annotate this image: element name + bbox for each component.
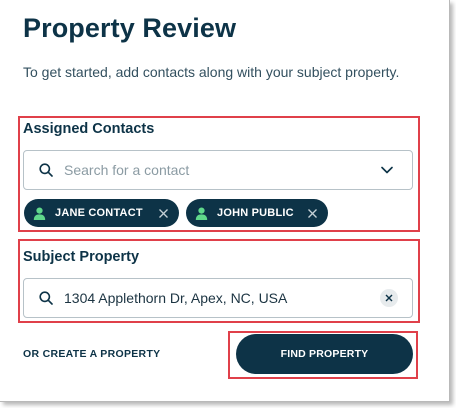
person-icon (33, 207, 46, 220)
contact-chip-label: JANE CONTACT (55, 207, 143, 219)
contact-chip-label: JOHN PUBLIC (217, 207, 294, 219)
chevron-down-icon[interactable] (380, 165, 394, 175)
subject-property-field[interactable]: 1304 Applethorn Dr, Apex, NC, USA (23, 278, 413, 318)
contact-search-combobox[interactable] (23, 150, 413, 190)
close-icon[interactable] (307, 208, 318, 219)
find-property-button[interactable]: FIND PROPERTY (236, 334, 413, 374)
search-icon (39, 163, 53, 177)
contact-search-input[interactable] (64, 162, 380, 178)
page-title: Property Review (23, 13, 237, 43)
intro-text: To get started, add contacts along with … (23, 64, 400, 80)
subject-property-value[interactable]: 1304 Applethorn Dr, Apex, NC, USA (64, 290, 380, 306)
property-review-panel: Property Review To get started, add cont… (0, 0, 450, 402)
clear-property-button[interactable] (380, 289, 398, 307)
person-icon (195, 207, 208, 220)
close-icon (385, 294, 393, 302)
assigned-contacts-label: Assigned Contacts (23, 121, 155, 137)
close-icon[interactable] (158, 208, 169, 219)
create-property-link[interactable]: OR CREATE A PROPERTY (23, 348, 160, 360)
search-icon (39, 291, 53, 305)
contact-chip-jane: JANE CONTACT (24, 199, 179, 227)
contact-chip-john: JOHN PUBLIC (186, 199, 328, 227)
subject-property-label: Subject Property (23, 249, 140, 265)
